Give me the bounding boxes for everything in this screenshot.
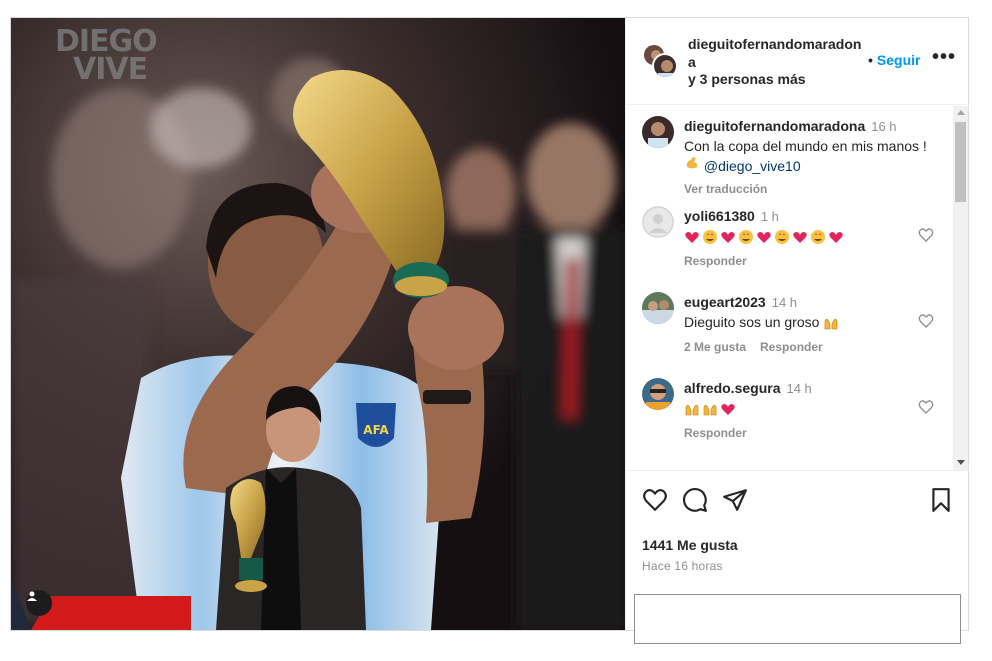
comment-likes[interactable]: 2 Me gusta [684, 340, 746, 354]
caption-line: @diego_vive10 [684, 155, 927, 175]
caption-line: Con la copa del mundo en mis manos ! [684, 138, 927, 154]
heart-icon[interactable] [642, 487, 668, 513]
heart-icon[interactable] [918, 313, 934, 329]
raised-hands-emoji-icon [685, 405, 699, 416]
star-eyes-emoji-icon [811, 230, 825, 245]
comment-time: 14 h [786, 381, 812, 396]
heart-emoji-icon [757, 232, 771, 244]
post-dialog: AFA DIEGO VIVE dieguitofernandomaradona … [10, 17, 969, 644]
mention-link[interactable]: @diego_vive10 [704, 158, 801, 174]
comment-actions: Responder [684, 254, 761, 268]
comment-username[interactable]: alfredo.segura 14 h [684, 380, 812, 396]
avatar[interactable] [642, 116, 674, 148]
comment-username[interactable]: yoli661380 1 h [684, 208, 779, 224]
star-eyes-emoji-icon [739, 230, 753, 245]
heart-icon[interactable] [918, 227, 934, 243]
reply-button[interactable]: Responder [760, 340, 823, 354]
follow-label: Seguir [876, 52, 921, 68]
comment-input[interactable] [635, 595, 960, 643]
post-author-username[interactable]: dieguitofernandomaradona [688, 35, 864, 71]
comment-icon[interactable] [682, 487, 708, 513]
post-header: dieguitofernandomaradona y 3 personas má… [626, 18, 969, 105]
heart-emoji-icon [721, 232, 735, 244]
comment-username[interactable]: eugeart2023 14 h [684, 294, 797, 310]
heart-emoji-icon [721, 404, 735, 416]
raised-hands-emoji-icon [703, 405, 717, 416]
comment-text [684, 227, 844, 245]
post-footer: 1441 Me gusta Hace 16 horas [626, 470, 969, 644]
heart-emoji-icon [793, 232, 807, 244]
comment-time: 14 h [771, 295, 798, 310]
likes-count[interactable]: 1441 Me gusta [642, 537, 738, 553]
comment-time: 1 h [760, 209, 779, 224]
muscle-emoji-icon [686, 157, 698, 169]
post-side-panel: dieguitofernandomaradona y 3 personas má… [625, 18, 969, 644]
bookmark-icon[interactable] [928, 487, 954, 513]
heart-emoji-icon [829, 232, 843, 244]
add-comment-field[interactable] [634, 594, 961, 644]
follow-button[interactable]: • Seguir [868, 52, 920, 68]
avatar-stack[interactable] [642, 43, 678, 79]
comment-actions: Responder [684, 426, 761, 440]
translate-link[interactable]: Ver traducción [684, 182, 767, 196]
avatar[interactable] [642, 378, 674, 410]
watermark-line-2: VIVE [73, 52, 148, 87]
star-eyes-emoji-icon [775, 230, 789, 245]
share-icon[interactable] [722, 487, 748, 513]
watermark-text: DIEGO VIVE [55, 27, 158, 87]
emoji-sequence [684, 401, 736, 417]
co-authors-count[interactable]: y 3 personas más [688, 71, 806, 87]
star-eyes-emoji-icon [703, 230, 717, 245]
scrollbar-thumb[interactable] [955, 122, 966, 202]
heart-icon[interactable] [918, 399, 934, 415]
scroll-down-arrow-icon[interactable] [957, 460, 965, 465]
reply-button[interactable]: Responder [684, 426, 747, 440]
follow-separator: • [868, 52, 873, 68]
reply-button[interactable]: Responder [684, 254, 747, 268]
avatar[interactable] [642, 206, 674, 238]
comment-text [684, 399, 736, 417]
caption-text: Con la copa del mundo en mis manos ! @di… [684, 137, 927, 175]
avatar [652, 53, 678, 79]
comments-list[interactable]: dieguitofernandomaradona 16 h Con la copa… [626, 106, 969, 470]
post-timestamp: Hace 16 horas [642, 559, 723, 573]
comment-actions: 2 Me gusta Responder [684, 340, 837, 354]
photo-artwork: AFA [11, 18, 625, 630]
avatar[interactable] [642, 292, 674, 324]
more-options-icon[interactable]: ••• [932, 46, 956, 69]
comment-username[interactable]: dieguitofernandomaradona 16 h [684, 118, 897, 134]
user-tag-icon[interactable] [26, 590, 52, 616]
heart-emoji-icon [685, 232, 699, 244]
comment-text: Dieguito sos un groso [684, 313, 839, 331]
scroll-up-arrow-icon[interactable] [957, 110, 965, 115]
svg-text:AFA: AFA [363, 423, 389, 437]
emoji-sequence [684, 229, 844, 245]
raised-hands-emoji-icon [825, 319, 838, 330]
comment-time: 16 h [871, 119, 897, 134]
post-photo[interactable]: AFA DIEGO VIVE [11, 18, 625, 630]
